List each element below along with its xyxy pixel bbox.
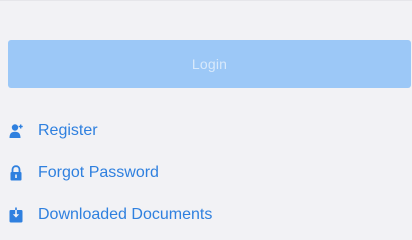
top-divider: [0, 0, 412, 1]
menu-item-register[interactable]: Register: [0, 110, 412, 152]
lock-icon: [10, 165, 22, 181]
login-button[interactable]: Login: [8, 40, 411, 88]
menu-item-label: Forgot Password: [38, 164, 159, 181]
menu-item-forgot-password[interactable]: Forgot Password: [0, 152, 412, 194]
user-add-icon: [9, 124, 23, 138]
download-box-icon: [9, 207, 23, 223]
menu-item-label: Register: [38, 122, 98, 139]
menu-item-label: Downloaded Documents: [38, 206, 213, 223]
menu-list: Register Forgot Password Downloaded Docu…: [0, 110, 412, 236]
menu-item-downloaded-documents[interactable]: Downloaded Documents: [0, 194, 412, 236]
